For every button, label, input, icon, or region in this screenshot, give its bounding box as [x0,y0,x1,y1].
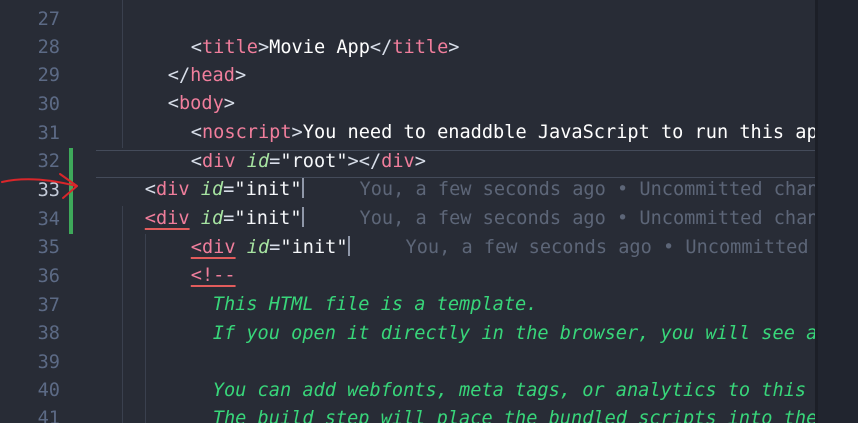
token-text: Movie App [269,37,370,58]
line-number[interactable]: 31 [0,120,60,148]
code-line-32[interactable]: <div id="init" You, a few seconds ago • … [100,148,830,200]
line-number[interactable]: 28 [0,34,60,62]
code-editor[interactable]: 27 28 29 30 31 32 33 34 35 36 37 38 39 4… [0,0,858,423]
token-punctuation: = [269,237,281,258]
code-line-33[interactable]: <div id="init" You, a few seconds ago • … [100,177,830,229]
text-cursor [347,236,350,256]
token-string: "init" [280,237,348,258]
code-line-29[interactable]: <body> [123,62,235,114]
line-number[interactable]: 35 [0,234,60,262]
comment-text: The build step will place the bundled sc… [212,408,829,423]
vertical-scrollbar[interactable] [818,0,858,423]
line-number[interactable]: 40 [0,377,60,405]
line-number[interactable]: 39 [0,349,60,377]
line-number[interactable]: 27 [0,6,60,34]
code-line-39[interactable]: You can add webfonts, meta tags, or anal… [168,349,851,401]
line-number[interactable]: 41 [0,405,60,423]
line-number-gutter[interactable]: 27 28 29 30 31 32 33 34 35 36 37 38 39 4… [0,0,74,423]
token-punctuation: > [257,37,270,58]
token-punctuation: > [448,37,460,58]
line-number[interactable]: 37 [0,292,60,320]
comment-text: If you open it directly in the browser, … [212,323,851,344]
code-line-34[interactable]: <div id="init" You, a few seconds ago • … [146,206,831,258]
code-line-37[interactable]: If you open it directly in the browser, … [168,292,851,344]
token-punctuation: </ [369,37,393,58]
line-number[interactable]: 34 [0,206,60,234]
code-line-40[interactable]: The build step will place the bundled sc… [168,377,851,423]
red-arrow-annotation-icon [1,173,78,199]
line-number[interactable]: 29 [0,62,60,90]
code-line-31[interactable]: <div id="root"></div> [146,120,426,172]
token-tag: title [392,37,449,58]
code-line-36[interactable]: This HTML file is a template. [168,263,538,315]
code-line-30[interactable]: <noscript>You need to enaddble JavaScrip… [146,91,852,143]
code-line-27[interactable]: <title>Movie App</title> [146,6,460,58]
line-number[interactable]: 36 [0,263,60,291]
line-number[interactable]: 38 [0,320,60,348]
git-blame-annotation: You, a few seconds ago • Uncommitted c [405,237,831,258]
line-number[interactable]: 30 [0,91,60,119]
token-attribute: id [246,237,270,258]
token-punctuation: > [234,65,247,86]
code-line-28[interactable]: </head> [123,34,246,86]
code-line-35[interactable]: <!-- [146,234,236,286]
